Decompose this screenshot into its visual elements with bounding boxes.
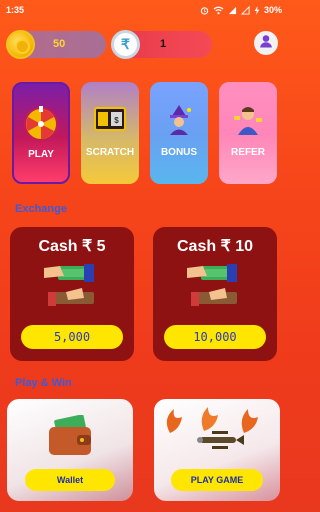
- wallet-card[interactable]: Wallet: [7, 399, 133, 501]
- spin-wheel-icon: [23, 106, 59, 145]
- signal-icon-2: [240, 5, 250, 15]
- tile-label-bonus: BONUS: [160, 147, 198, 158]
- coin-icon: [6, 30, 35, 59]
- referral-icon: [233, 104, 263, 139]
- status-bar: 1:35 30%: [0, 0, 288, 20]
- coin-value: 50: [53, 38, 66, 50]
- tile-refer[interactable]: REFER: [219, 82, 277, 184]
- svg-text:$: $: [114, 116, 119, 125]
- wallet-icon: [47, 414, 93, 462]
- play-game-button[interactable]: PLAY GAME: [171, 469, 263, 491]
- exchange-price: 5,000: [53, 330, 91, 344]
- tile-label-scratch: SCRATCH: [85, 147, 135, 158]
- coin-balance: 50: [6, 30, 106, 59]
- tile-play[interactable]: PLAY: [12, 82, 70, 184]
- status-icons: 30%: [200, 5, 282, 15]
- wallet-button[interactable]: Wallet: [25, 469, 115, 491]
- rupee-icon: ₹: [111, 30, 140, 59]
- tile-scratch[interactable]: $ SCRATCH: [81, 82, 139, 184]
- tile-label-refer: REFER: [231, 147, 265, 158]
- exchange-card-title: Cash ₹ 10: [177, 238, 253, 255]
- exchange-card-title: Cash ₹ 5: [38, 238, 106, 255]
- play-game-button-label: PLAY GAME: [190, 475, 244, 485]
- play-win-title: Play & Win: [15, 377, 72, 389]
- exchange-title: Exchange: [15, 203, 67, 215]
- wallet-button-label: Wallet: [56, 475, 84, 485]
- cash-balance: ₹ 1: [111, 30, 212, 59]
- scratch-card-icon: $: [93, 104, 127, 137]
- rupee-symbol: ₹: [121, 36, 130, 52]
- plane-icon: [192, 429, 244, 456]
- exchange-card-5[interactable]: Cash ₹ 5 5,000: [10, 227, 134, 361]
- tile-label-play: PLAY: [28, 149, 54, 160]
- wifi-icon: [213, 6, 224, 15]
- exchange-price-button[interactable]: 10,000: [164, 325, 266, 349]
- status-time: 1:35: [6, 5, 25, 15]
- user-icon: [258, 33, 274, 54]
- exchange-card-10[interactable]: Cash ₹ 10 10,000: [153, 227, 277, 361]
- wizard-icon: [164, 104, 194, 139]
- alarm-icon: [200, 6, 209, 15]
- cash-hands-icon: [44, 262, 102, 317]
- tile-bonus[interactable]: BONUS: [150, 82, 208, 184]
- cash-hands-icon: [187, 262, 245, 317]
- profile-button[interactable]: [254, 31, 278, 55]
- play-game-card[interactable]: PLAY GAME: [154, 399, 280, 501]
- exchange-price-button[interactable]: 5,000: [21, 325, 123, 349]
- battery-percent: 30%: [263, 5, 282, 15]
- exchange-price: 10,000: [193, 330, 237, 344]
- charging-icon: [254, 5, 260, 15]
- signal-icon: [228, 6, 237, 15]
- cash-value: 1: [160, 38, 167, 50]
